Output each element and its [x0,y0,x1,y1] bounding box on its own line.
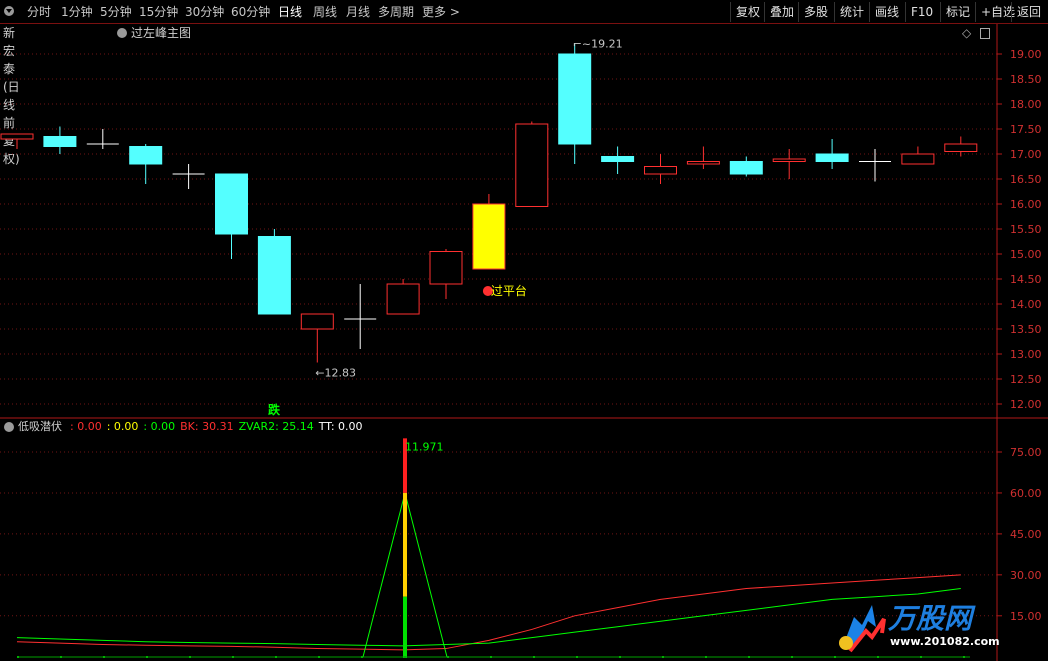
candle-0 [0,133,34,149]
ind-tick-2: 45.00 [1010,528,1042,541]
indicator-values: : 0.00 : 0.00 : 0.00 BK: 30.31 ZVAR2: 25.14 T… [70,419,368,435]
candle-11 [472,194,506,270]
candle-9 [386,279,420,315]
indicator-value-2: : 0.00 [143,420,176,433]
candle-10 [429,249,463,299]
price-tick-1: 18.50 [1010,73,1042,86]
price-tick-8: 15.00 [1010,248,1042,261]
candle-1 [43,126,77,154]
candle-8 [344,284,377,349]
price-tick-4: 17.00 [1010,148,1042,161]
candle-3 [129,144,163,184]
candle-17 [729,156,763,177]
price-tick-5: 16.50 [1010,173,1042,186]
candle-14 [601,146,635,174]
indicator-value-1: : 0.00 [106,420,139,433]
candle-4 [172,164,205,189]
indicator-value-0: : 0.00 [70,420,102,433]
chart-canvas[interactable]: 19.00 18.50 18.00 17.50 17.00 16.50 16.00 15.50… [0,0,1048,661]
indicator-dropdown-icon[interactable] [4,422,14,432]
indicator-value-3: BK: 30.31 [180,420,234,433]
candle-13 [558,43,592,164]
price-tick-13: 12.50 [1010,373,1042,386]
candle-12 [515,121,549,207]
watermark-brand: 万股网 [888,602,973,635]
price-tick-14: 12.00 [1010,398,1042,411]
price-tick-2: 18.00 [1010,98,1042,111]
price-tick-9: 14.50 [1010,273,1042,286]
price-tick-11: 13.50 [1010,323,1042,336]
watermark-url: www.201082.com [890,635,1000,648]
ind-tick-0: 75.00 [1010,446,1042,459]
price-tick-12: 13.00 [1010,348,1042,361]
candle-5 [215,173,248,259]
signal-label: 过平台 [491,283,527,298]
indicator-peak-label: 11.971 [405,440,444,453]
price-tick-10: 14.00 [1010,298,1042,311]
price-tick-3: 17.50 [1010,123,1042,136]
candle-7 [300,313,334,363]
price-tick-7: 15.50 [1010,223,1042,236]
indicator-value-5: TT: 0.00 [318,420,363,433]
low-price-label: ←12.83 [315,367,356,380]
price-tick-0: 19.00 [1010,48,1042,61]
candle-16 [686,146,720,169]
candlestick-series [0,43,978,363]
high-price-label: ⌐~19.21 [573,38,623,51]
spike-bar-yellow [403,492,407,597]
candle-6 [257,229,291,315]
down-signal-label: 跌 [268,402,281,417]
bk-line [16,574,961,651]
candle-2 [86,129,119,149]
candle-19 [815,139,849,169]
candle-21 [901,146,935,165]
zvar2-line [16,588,961,647]
watermark-logo: 万股网 www.201082.com [832,597,1042,655]
indicator-value-4: ZVAR2: 25.14 [238,420,314,433]
spike-bar-green [403,596,407,658]
candle-15 [644,154,677,184]
candle-20 [859,149,891,182]
ind-tick-1: 60.00 [1010,487,1042,500]
indicator-name[interactable]: 低吸潜伏 [18,419,62,435]
price-tick-6: 16.00 [1010,198,1042,211]
ind-tick-3: 30.00 [1010,569,1042,582]
